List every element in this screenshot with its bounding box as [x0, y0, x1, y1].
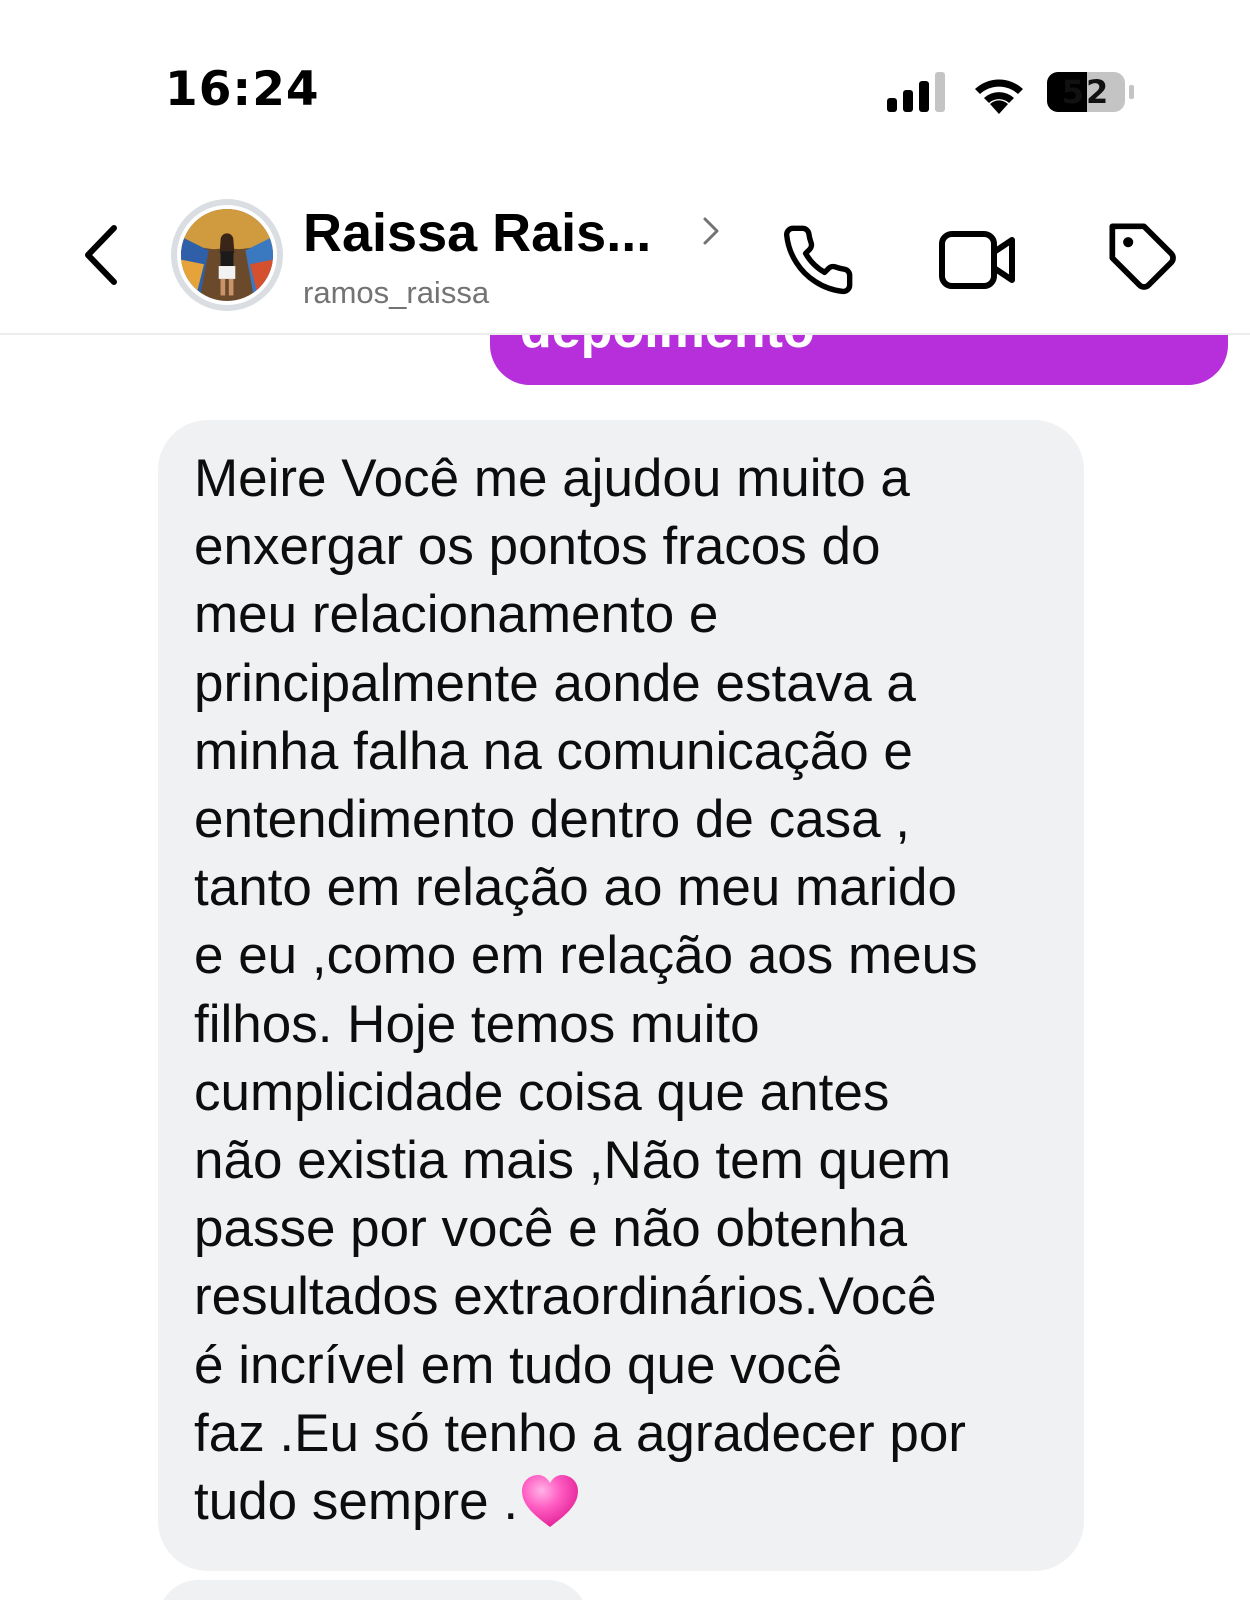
tag-icon[interactable] [1106, 220, 1182, 296]
avatar[interactable] [171, 199, 283, 311]
wifi-icon [975, 79, 1023, 114]
received-message-text: Meire Você me ajudou muito a enxergar os… [194, 449, 978, 1532]
received-message-bubble-partial[interactable] [158, 1580, 588, 1600]
contact-name[interactable]: Raissa Rais... [303, 202, 651, 264]
video-camera-icon[interactable] [938, 224, 1018, 296]
pink-heart-icon [522, 1475, 579, 1528]
message-thread[interactable]: depoimento Meire Você me ajudou muito a … [0, 335, 1250, 1600]
avatar-photo [181, 209, 273, 301]
battery-level: 52 [1061, 73, 1111, 111]
phone-icon[interactable] [780, 222, 856, 298]
contact-username[interactable]: ramos_raissa [303, 275, 489, 311]
back-chevron-icon[interactable] [78, 220, 128, 290]
status-time: 16:24 [165, 62, 320, 117]
received-message-bubble[interactable]: Meire Você me ajudou muito a enxergar os… [158, 420, 1084, 1571]
cellular-signal-icon [887, 72, 945, 112]
chevron-right-icon[interactable] [698, 214, 724, 248]
received-message: Meire Você me ajudou muito a enxergar os… [194, 445, 1048, 1536]
sent-message-text: depoimento [520, 335, 815, 360]
sent-message-bubble[interactable]: depoimento [490, 335, 1228, 385]
